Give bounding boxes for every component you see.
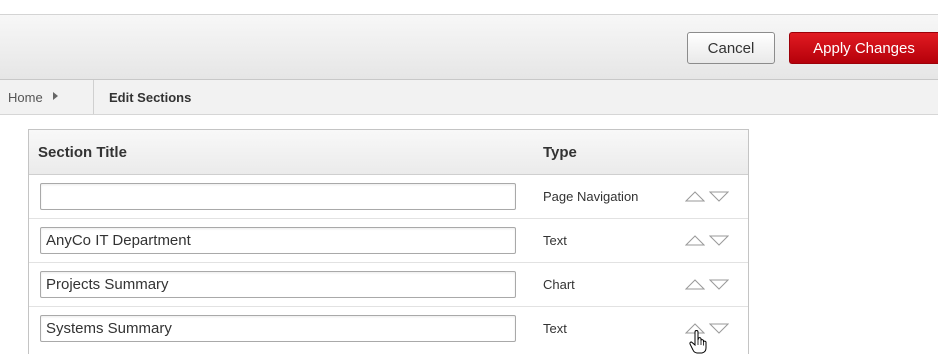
triangle-down-icon[interactable] bbox=[709, 191, 729, 202]
triangle-up-icon[interactable] bbox=[685, 235, 705, 246]
triangle-down-icon[interactable] bbox=[709, 235, 729, 246]
reorder-controls bbox=[685, 279, 735, 291]
section-type: Text bbox=[543, 233, 567, 248]
hand-pointer-icon bbox=[689, 330, 707, 354]
triangle-up-icon[interactable] bbox=[685, 191, 705, 202]
section-title-input[interactable] bbox=[40, 271, 516, 298]
section-type: Chart bbox=[543, 277, 575, 292]
button-bar: Cancel Apply Changes bbox=[0, 14, 938, 80]
table-row: Text bbox=[29, 307, 748, 351]
apply-changes-button[interactable]: Apply Changes bbox=[789, 32, 938, 64]
section-type: Text bbox=[543, 321, 567, 336]
breadcrumb-divider bbox=[93, 80, 94, 114]
breadcrumb-current: Edit Sections bbox=[109, 90, 192, 105]
grid-header: Section Title Type bbox=[29, 130, 748, 175]
table-row: Text bbox=[29, 219, 748, 263]
top-gap bbox=[0, 0, 938, 14]
sections-grid: Section Title Type Page Navigation Text … bbox=[28, 129, 749, 354]
section-title-input[interactable] bbox=[40, 183, 516, 210]
section-type: Page Navigation bbox=[543, 189, 639, 204]
table-row: Chart bbox=[29, 263, 748, 307]
breadcrumb: Home Edit Sections bbox=[0, 80, 938, 115]
cancel-button[interactable]: Cancel bbox=[687, 32, 775, 64]
column-header-type[interactable]: Type bbox=[543, 144, 577, 161]
triangle-down-icon[interactable] bbox=[709, 323, 729, 334]
reorder-controls bbox=[685, 191, 735, 203]
section-title-input[interactable] bbox=[40, 227, 516, 254]
table-row: Page Navigation bbox=[29, 175, 748, 219]
reorder-controls bbox=[685, 235, 735, 247]
breadcrumb-home-link[interactable]: Home bbox=[8, 90, 43, 105]
triangle-up-icon[interactable] bbox=[685, 279, 705, 290]
section-title-input[interactable] bbox=[40, 315, 516, 342]
caret-right-icon bbox=[53, 92, 58, 100]
triangle-down-icon[interactable] bbox=[709, 279, 729, 290]
column-header-section-title[interactable]: Section Title bbox=[38, 144, 127, 161]
